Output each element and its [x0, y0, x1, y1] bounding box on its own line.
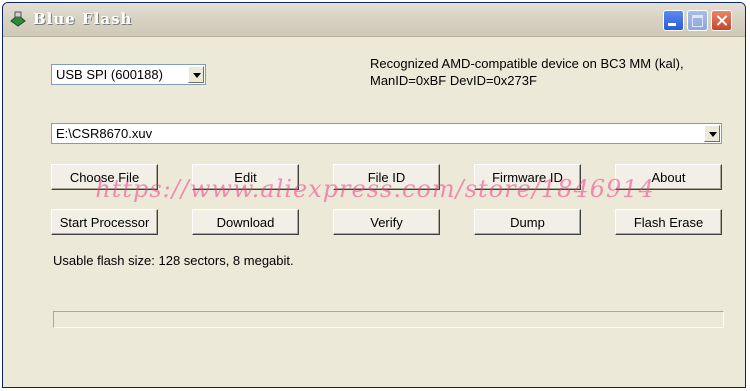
- device-select[interactable]: USB SPI (600188): [51, 64, 206, 85]
- device-select-value: USB SPI (600188): [56, 67, 163, 82]
- chip-icon: [10, 11, 26, 27]
- edit-button[interactable]: Edit: [192, 164, 299, 190]
- verify-button[interactable]: Verify: [333, 209, 440, 235]
- chevron-down-icon[interactable]: [704, 125, 720, 142]
- firmware-id-button[interactable]: Firmware ID: [474, 164, 581, 190]
- about-button[interactable]: About: [615, 164, 722, 190]
- file-select-value: E:\CSR8670.xuv: [56, 126, 153, 141]
- window-title: Blue Flash: [33, 10, 133, 28]
- file-id-button[interactable]: File ID: [333, 164, 440, 190]
- maximize-button[interactable]: [687, 10, 708, 31]
- device-info-line1: Recognized AMD-compatible device on BC3 …: [370, 56, 684, 71]
- dump-button[interactable]: Dump: [474, 209, 581, 235]
- choose-file-button[interactable]: Choose File: [51, 164, 158, 190]
- file-select[interactable]: E:\CSR8670.xuv: [51, 123, 722, 144]
- title-bar[interactable]: Blue Flash: [3, 3, 745, 37]
- device-info-line2: ManID=0xBF DevID=0x273F: [370, 73, 537, 88]
- close-button[interactable]: [711, 10, 732, 31]
- flash-erase-button[interactable]: Flash Erase: [615, 209, 722, 235]
- minimize-button[interactable]: [663, 10, 684, 31]
- flash-size-status: Usable flash size: 128 sectors, 8 megabi…: [53, 253, 294, 268]
- app-window: Blue Flash USB SPI (600188) Recognized A…: [2, 2, 746, 388]
- device-info: Recognized AMD-compatible device on BC3 …: [370, 55, 684, 89]
- start-processor-button[interactable]: Start Processor: [51, 209, 158, 235]
- progress-bar: [53, 311, 724, 328]
- download-button[interactable]: Download: [192, 209, 299, 235]
- chevron-down-icon[interactable]: [188, 66, 204, 83]
